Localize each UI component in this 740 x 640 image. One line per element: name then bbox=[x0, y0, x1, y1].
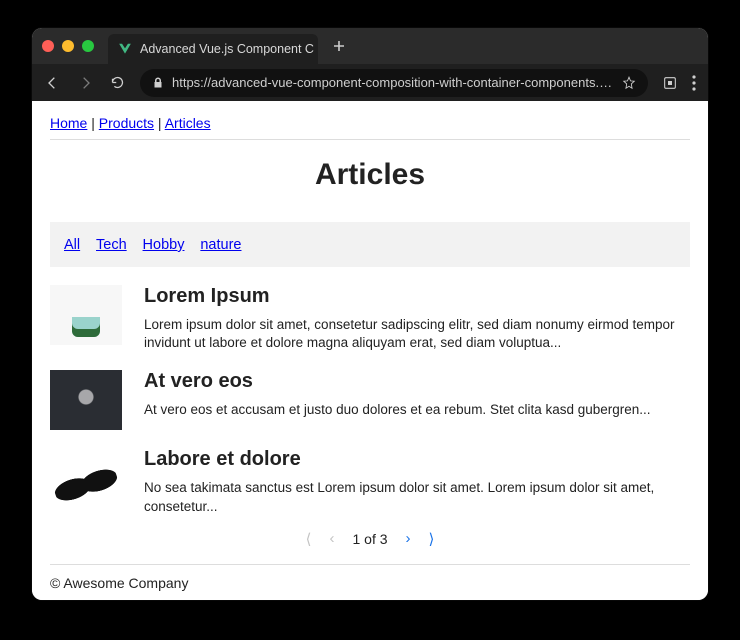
address-bar[interactable]: https://advanced-vue-component-compositi… bbox=[140, 69, 648, 97]
breadcrumb: Home | Products | Articles bbox=[50, 115, 690, 131]
arrow-right-icon bbox=[77, 75, 93, 91]
article-excerpt: Lorem ipsum dolor sit amet, consetetur s… bbox=[144, 316, 690, 352]
breadcrumb-articles[interactable]: Articles bbox=[165, 115, 211, 131]
arrow-left-icon bbox=[45, 75, 61, 91]
article-thumbnail[interactable] bbox=[50, 448, 122, 508]
star-icon[interactable] bbox=[622, 76, 636, 90]
filter-nature[interactable]: nature bbox=[200, 237, 241, 253]
window-controls bbox=[42, 40, 108, 52]
page-title: Articles bbox=[50, 158, 690, 192]
lock-icon bbox=[152, 77, 164, 89]
divider bbox=[50, 139, 690, 140]
article-title[interactable]: Labore et dolore bbox=[144, 448, 690, 471]
page-first-button[interactable]: ⟨ bbox=[306, 530, 312, 548]
divider bbox=[50, 564, 690, 565]
kebab-menu-icon[interactable] bbox=[692, 75, 696, 91]
browser-window: Advanced Vue.js Component C × https://ad… bbox=[32, 28, 708, 600]
new-tab-button[interactable] bbox=[326, 33, 352, 59]
footer-text: © Awesome Company bbox=[50, 575, 690, 591]
close-window-button[interactable] bbox=[42, 40, 54, 52]
article-body: Lorem Ipsum Lorem ipsum dolor sit amet, … bbox=[144, 285, 690, 352]
page-last-button[interactable]: ⟩ bbox=[429, 530, 435, 548]
article-excerpt: No sea takimata sanctus est Lorem ipsum … bbox=[144, 479, 690, 515]
filter-tech[interactable]: Tech bbox=[96, 237, 127, 253]
list-item: At vero eos At vero eos et accusam et ju… bbox=[50, 370, 690, 430]
pagination: ⟨ ‹ 1 of 3 › ⟩ bbox=[50, 530, 690, 548]
vue-icon bbox=[118, 42, 132, 56]
list-item: Labore et dolore No sea takimata sanctus… bbox=[50, 448, 690, 515]
page-indicator: 1 of 3 bbox=[352, 531, 387, 547]
article-thumbnail[interactable] bbox=[50, 370, 122, 430]
list-item: Lorem Ipsum Lorem ipsum dolor sit amet, … bbox=[50, 285, 690, 352]
article-title[interactable]: At vero eos bbox=[144, 370, 651, 393]
page-next-button[interactable]: › bbox=[406, 530, 411, 547]
filter-hobby[interactable]: Hobby bbox=[143, 237, 185, 253]
breadcrumb-home[interactable]: Home bbox=[50, 115, 87, 131]
article-list: Lorem Ipsum Lorem ipsum dolor sit amet, … bbox=[50, 285, 690, 516]
back-button[interactable] bbox=[44, 74, 62, 92]
browser-toolbar: https://advanced-vue-component-compositi… bbox=[32, 64, 708, 101]
tab-strip: Advanced Vue.js Component C × bbox=[32, 28, 708, 64]
toolbar-actions bbox=[662, 75, 696, 91]
reload-icon bbox=[110, 75, 125, 90]
breadcrumb-products[interactable]: Products bbox=[99, 115, 154, 131]
minimize-window-button[interactable] bbox=[62, 40, 74, 52]
article-body: At vero eos At vero eos et accusam et ju… bbox=[144, 370, 651, 419]
page-content: Home | Products | Articles Articles All … bbox=[32, 101, 708, 600]
article-excerpt: At vero eos et accusam et justo duo dolo… bbox=[144, 401, 651, 419]
url-text: https://advanced-vue-component-compositi… bbox=[172, 75, 614, 90]
plus-icon bbox=[333, 40, 345, 52]
breadcrumb-separator: | bbox=[158, 115, 165, 131]
breadcrumb-separator: | bbox=[91, 115, 99, 131]
article-body: Labore et dolore No sea takimata sanctus… bbox=[144, 448, 690, 515]
page-prev-button[interactable]: ‹ bbox=[329, 530, 334, 547]
fullscreen-window-button[interactable] bbox=[82, 40, 94, 52]
filter-bar: All Tech Hobby nature bbox=[50, 222, 690, 267]
forward-button[interactable] bbox=[76, 74, 94, 92]
article-title[interactable]: Lorem Ipsum bbox=[144, 285, 690, 308]
reload-button[interactable] bbox=[108, 74, 126, 92]
article-thumbnail[interactable] bbox=[50, 285, 122, 345]
extensions-icon[interactable] bbox=[662, 75, 678, 91]
tab-title: Advanced Vue.js Component C bbox=[140, 42, 314, 56]
browser-tab[interactable]: Advanced Vue.js Component C × bbox=[108, 34, 318, 64]
filter-all[interactable]: All bbox=[64, 237, 80, 253]
